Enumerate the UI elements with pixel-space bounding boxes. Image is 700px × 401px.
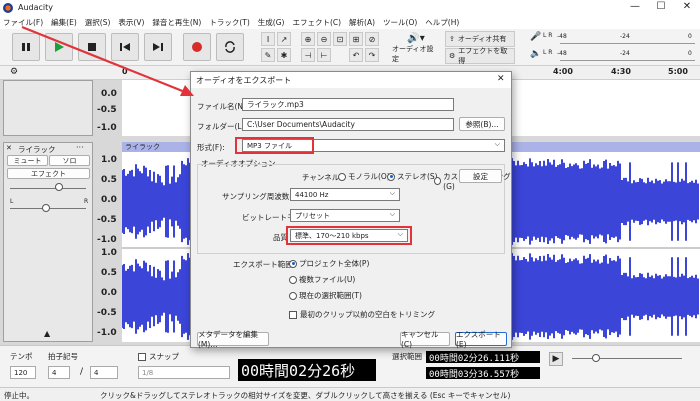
annotation-arrow (21, 25, 194, 96)
audacity-window: Audacity — ☐ ✕ ファイル(F) 編集(E) 選択(S) 表示(V)… (0, 0, 700, 401)
